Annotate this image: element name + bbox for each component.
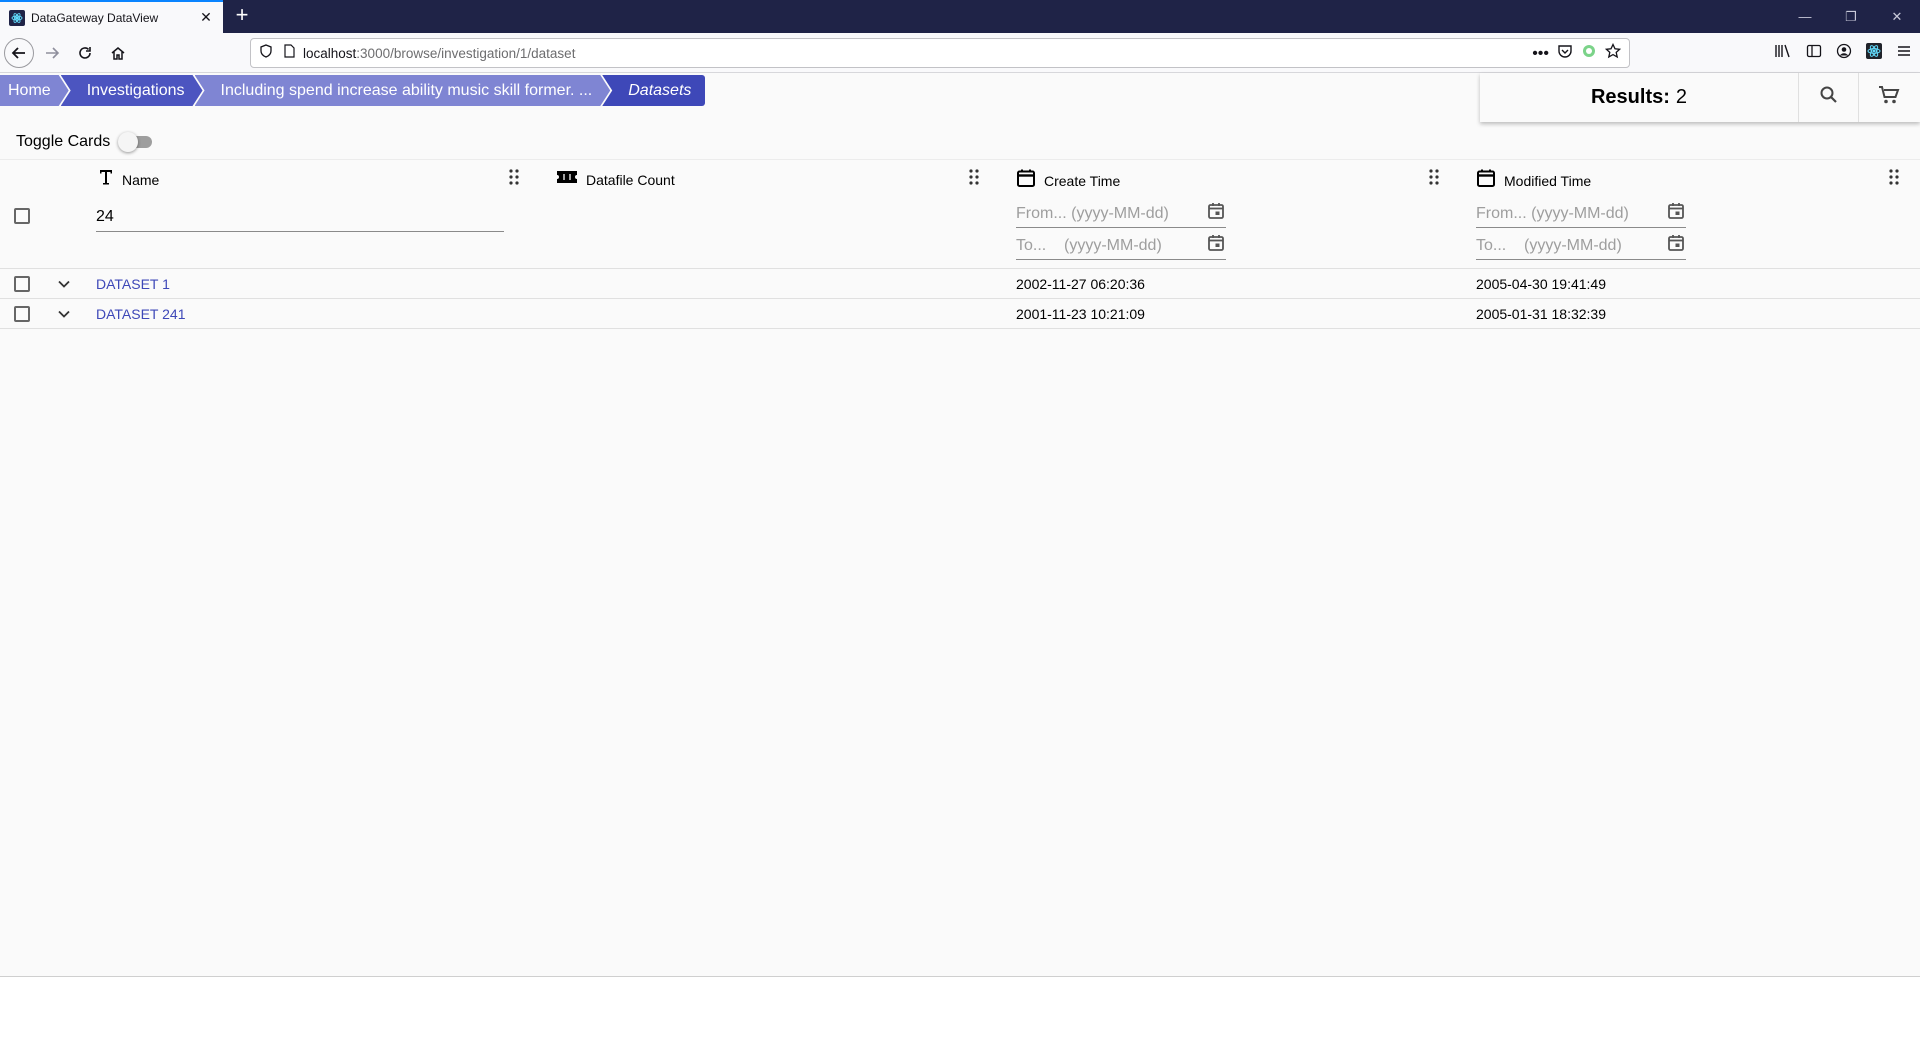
minimize-icon[interactable]: — xyxy=(1782,0,1828,33)
modified-time-cell: 2005-04-30 19:41:49 xyxy=(1476,276,1606,292)
new-tab-icon[interactable]: + xyxy=(230,4,254,28)
column-title-modified-time: Modified Time xyxy=(1504,172,1592,189)
browser-nav-bar: localhost:3000/browse/investigation/1/da… xyxy=(0,33,1920,73)
name-filter-input[interactable]: 24 xyxy=(96,202,504,232)
browser-tab-active[interactable]: DataGateway DataView ✕ xyxy=(0,0,223,33)
row-checkbox[interactable] xyxy=(14,276,30,292)
results-count: Results: 2 xyxy=(1480,73,1799,122)
modified-time-cell: 2005-01-31 18:32:39 xyxy=(1476,306,1606,322)
create-time-to-placeholder: To... (yyyy-MM-dd) xyxy=(1016,236,1162,254)
table-header: Name 24 Datafile Count Create Time From.… xyxy=(0,159,1920,269)
switch-thumb xyxy=(118,132,139,152)
column-header-modified-time[interactable]: Modified Time xyxy=(1476,168,1591,193)
toggle-cards-switch[interactable] xyxy=(118,131,156,153)
close-tab-icon[interactable]: ✕ xyxy=(193,5,219,31)
back-arrow-icon[interactable] xyxy=(4,38,34,68)
account-icon[interactable] xyxy=(1836,43,1852,64)
page-content: Home Investigations Including spend incr… xyxy=(0,73,1920,977)
breadcrumb: Home Investigations Including spend incr… xyxy=(0,75,706,106)
library-icon[interactable] xyxy=(1774,43,1792,64)
create-time-to-input[interactable]: To... (yyyy-MM-dd) xyxy=(1016,232,1226,260)
window-close-icon[interactable]: ✕ xyxy=(1874,0,1920,33)
column-title-create-time: Create Time xyxy=(1044,172,1121,189)
create-time-from-input[interactable]: From... (yyyy-MM-dd) xyxy=(1016,200,1226,228)
create-time-from-placeholder: From... (yyyy-MM-dd) xyxy=(1016,204,1169,222)
address-bar[interactable]: localhost:3000/browse/investigation/1/da… xyxy=(250,38,1630,68)
breadcrumb-investigations[interactable]: Investigations xyxy=(61,75,203,106)
page-info-icon[interactable] xyxy=(283,43,295,63)
chevron-down-icon[interactable] xyxy=(55,305,73,323)
browser-tab-bar: DataGateway DataView ✕ + — ❐ ✕ xyxy=(0,0,1920,33)
modified-time-from-placeholder: From... (yyyy-MM-dd) xyxy=(1476,204,1629,222)
date-picker-icon[interactable] xyxy=(1666,233,1686,258)
table-row[interactable]: DATASET 241 2001-11-23 10:21:09 2005-01-… xyxy=(0,299,1920,329)
search-button[interactable] xyxy=(1799,73,1859,122)
calendar-icon xyxy=(1476,168,1496,193)
url-path: :3000/browse/investigation/1/dataset xyxy=(356,45,576,61)
column-header-datafile-count[interactable]: Datafile Count xyxy=(556,168,675,191)
breadcrumb-datasets: Datasets xyxy=(602,75,706,106)
results-value: 2 xyxy=(1675,86,1688,108)
datasets-table: Name 24 Datafile Count Create Time From.… xyxy=(0,159,1920,329)
date-picker-icon[interactable] xyxy=(1206,233,1226,258)
cart-button[interactable] xyxy=(1859,73,1919,122)
create-time-cell: 2002-11-27 06:20:36 xyxy=(1016,276,1145,292)
breadcrumb-investigation-title[interactable]: Including spend increase ability music s… xyxy=(195,75,611,106)
url-host: localhost xyxy=(303,45,357,61)
react-devtools-icon[interactable] xyxy=(1866,43,1882,64)
row-checkbox[interactable] xyxy=(14,306,30,322)
forward-arrow-icon[interactable] xyxy=(37,38,67,68)
drag-handle-icon[interactable] xyxy=(967,168,981,186)
toggle-cards-row: Toggle Cards xyxy=(16,131,156,153)
column-title-datafile-count: Datafile Count xyxy=(586,171,675,188)
select-all-checkbox[interactable] xyxy=(14,208,30,224)
drag-handle-icon[interactable] xyxy=(1427,168,1441,186)
column-header-name[interactable]: Name xyxy=(98,168,159,191)
create-time-cell: 2001-11-23 10:21:09 xyxy=(1016,306,1145,322)
modified-time-to-placeholder: To... (yyyy-MM-dd) xyxy=(1476,236,1622,254)
bookmark-star-icon[interactable] xyxy=(1604,42,1622,64)
results-label: Results: xyxy=(1590,86,1670,108)
search-icon xyxy=(1819,85,1839,110)
extension-icon[interactable] xyxy=(1581,43,1597,64)
sidebar-icon[interactable] xyxy=(1806,43,1822,64)
date-picker-icon[interactable] xyxy=(1666,201,1686,226)
breadcrumb-home[interactable]: Home xyxy=(0,75,69,106)
hamburger-menu-icon[interactable] xyxy=(1896,43,1912,64)
drag-handle-icon[interactable] xyxy=(1887,168,1901,186)
reload-icon[interactable] xyxy=(70,38,100,68)
app-favicon-icon xyxy=(9,9,25,26)
modified-time-to-input[interactable]: To... (yyyy-MM-dd) xyxy=(1476,232,1686,260)
more-actions-icon[interactable]: ••• xyxy=(1532,45,1549,63)
dataset-name-link[interactable]: DATASET 241 xyxy=(96,299,185,329)
shield-icon[interactable] xyxy=(259,43,273,63)
chevron-down-icon[interactable] xyxy=(55,275,73,293)
home-icon[interactable] xyxy=(103,38,133,68)
column-title-name: Name xyxy=(122,171,160,188)
date-picker-icon[interactable] xyxy=(1206,201,1226,226)
column-header-create-time[interactable]: Create Time xyxy=(1016,168,1120,193)
shopping-cart-icon xyxy=(1878,85,1900,110)
calendar-icon xyxy=(1016,168,1036,193)
dataset-name-link[interactable]: DATASET 1 xyxy=(96,269,170,299)
ticket-icon xyxy=(556,168,578,191)
results-panel: Results: 2 xyxy=(1480,73,1920,122)
toggle-cards-label: Toggle Cards xyxy=(16,133,111,150)
text-type-icon xyxy=(98,168,114,191)
drag-handle-icon[interactable] xyxy=(507,168,521,186)
browser-tab-title: DataGateway DataView xyxy=(31,10,159,25)
table-row[interactable]: DATASET 1 2002-11-27 06:20:36 2005-04-30… xyxy=(0,269,1920,299)
pocket-icon[interactable] xyxy=(1557,43,1573,64)
restore-icon[interactable]: ❐ xyxy=(1828,0,1874,33)
modified-time-from-input[interactable]: From... (yyyy-MM-dd) xyxy=(1476,200,1686,228)
